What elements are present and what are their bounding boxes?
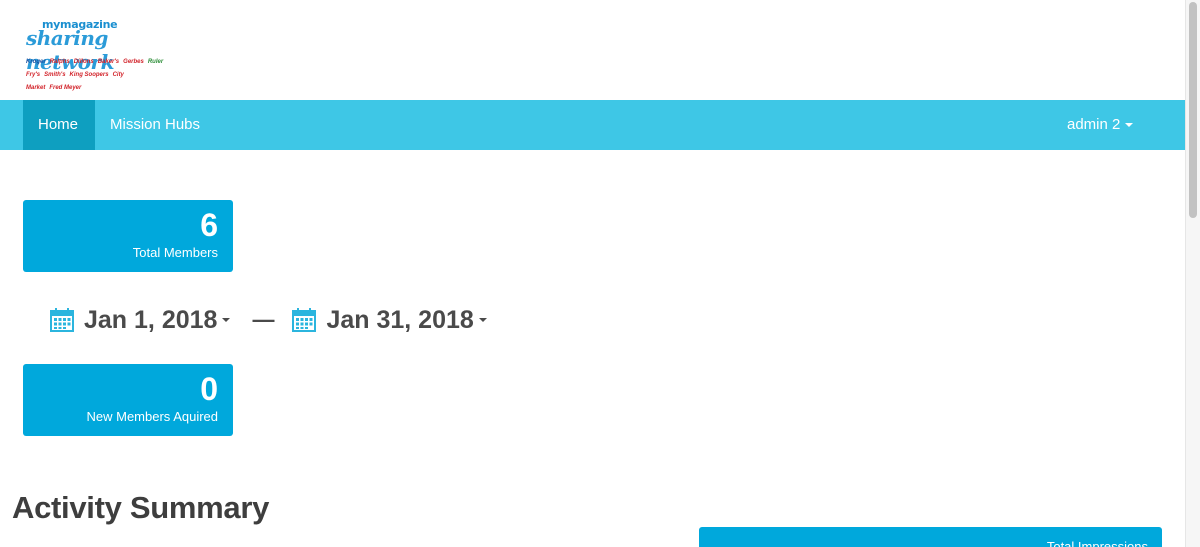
brand-logo: King Soopers [69, 72, 109, 78]
chevron-down-icon [478, 318, 487, 322]
date-range-picker: Jan 1, 2018 — Jan 31, 2018 [50, 302, 487, 338]
brand-logo: Kroger [26, 59, 46, 65]
calendar-icon [50, 308, 74, 332]
brand-logo: Ralphs [49, 59, 70, 65]
date-range-separator: — [252, 307, 275, 332]
brand-logo: Baker's [97, 59, 120, 65]
chevron-down-icon [1125, 123, 1134, 128]
brand-logo: Gerbes [123, 59, 144, 65]
nav-home[interactable]: Home [23, 100, 95, 150]
total-impressions-label: Total Impressions [1046, 539, 1148, 547]
total-impressions-card: Total Impressions [699, 527, 1162, 547]
brand-logo: Fry's [26, 72, 41, 78]
start-date-picker[interactable]: Jan 1, 2018 [50, 305, 231, 335]
scrollbar-thumb[interactable] [1189, 2, 1197, 218]
new-members-value: 0 [200, 371, 218, 407]
total-members-card: 6 Total Members [23, 200, 233, 272]
brand-logo: Ruler [147, 59, 164, 65]
activity-summary-heading: Activity Summary [12, 490, 270, 525]
user-menu-dropdown[interactable]: admin 2 [1052, 100, 1148, 150]
new-members-label: New Members Aquired [86, 409, 219, 424]
end-date-text: Jan 31, 2018 [326, 305, 474, 334]
nav-mission-hubs[interactable]: Mission Hubs [95, 100, 215, 150]
brand-logo: Dillons [73, 59, 94, 65]
total-members-value: 6 [200, 207, 218, 243]
brand-logo: Smith's [44, 72, 66, 78]
user-name: admin 2 [1067, 116, 1121, 133]
vertical-scrollbar[interactable] [1185, 0, 1200, 547]
total-members-label: Total Members [132, 245, 218, 260]
start-date-text: Jan 1, 2018 [84, 305, 218, 334]
chevron-down-icon [222, 318, 231, 322]
mymagazine-sharing-network-logo[interactable]: mymagazine sharing network Kroger Ralphs D… [24, 18, 163, 91]
logo-brand-strip: Kroger Ralphs Dillons Baker's Gerbes Ruler Fry… [26, 56, 163, 95]
brand-logo: Fred Meyer [49, 85, 82, 91]
header: mymagazine sharing network Kroger Ralphs D… [0, 0, 1185, 100]
new-members-card: 0 New Members Aquired [23, 364, 233, 436]
calendar-icon [292, 308, 317, 332]
top-navbar: Home Mission Hubs admin 2 [0, 100, 1185, 150]
end-date-picker[interactable]: Jan 31, 2018 [292, 305, 487, 335]
